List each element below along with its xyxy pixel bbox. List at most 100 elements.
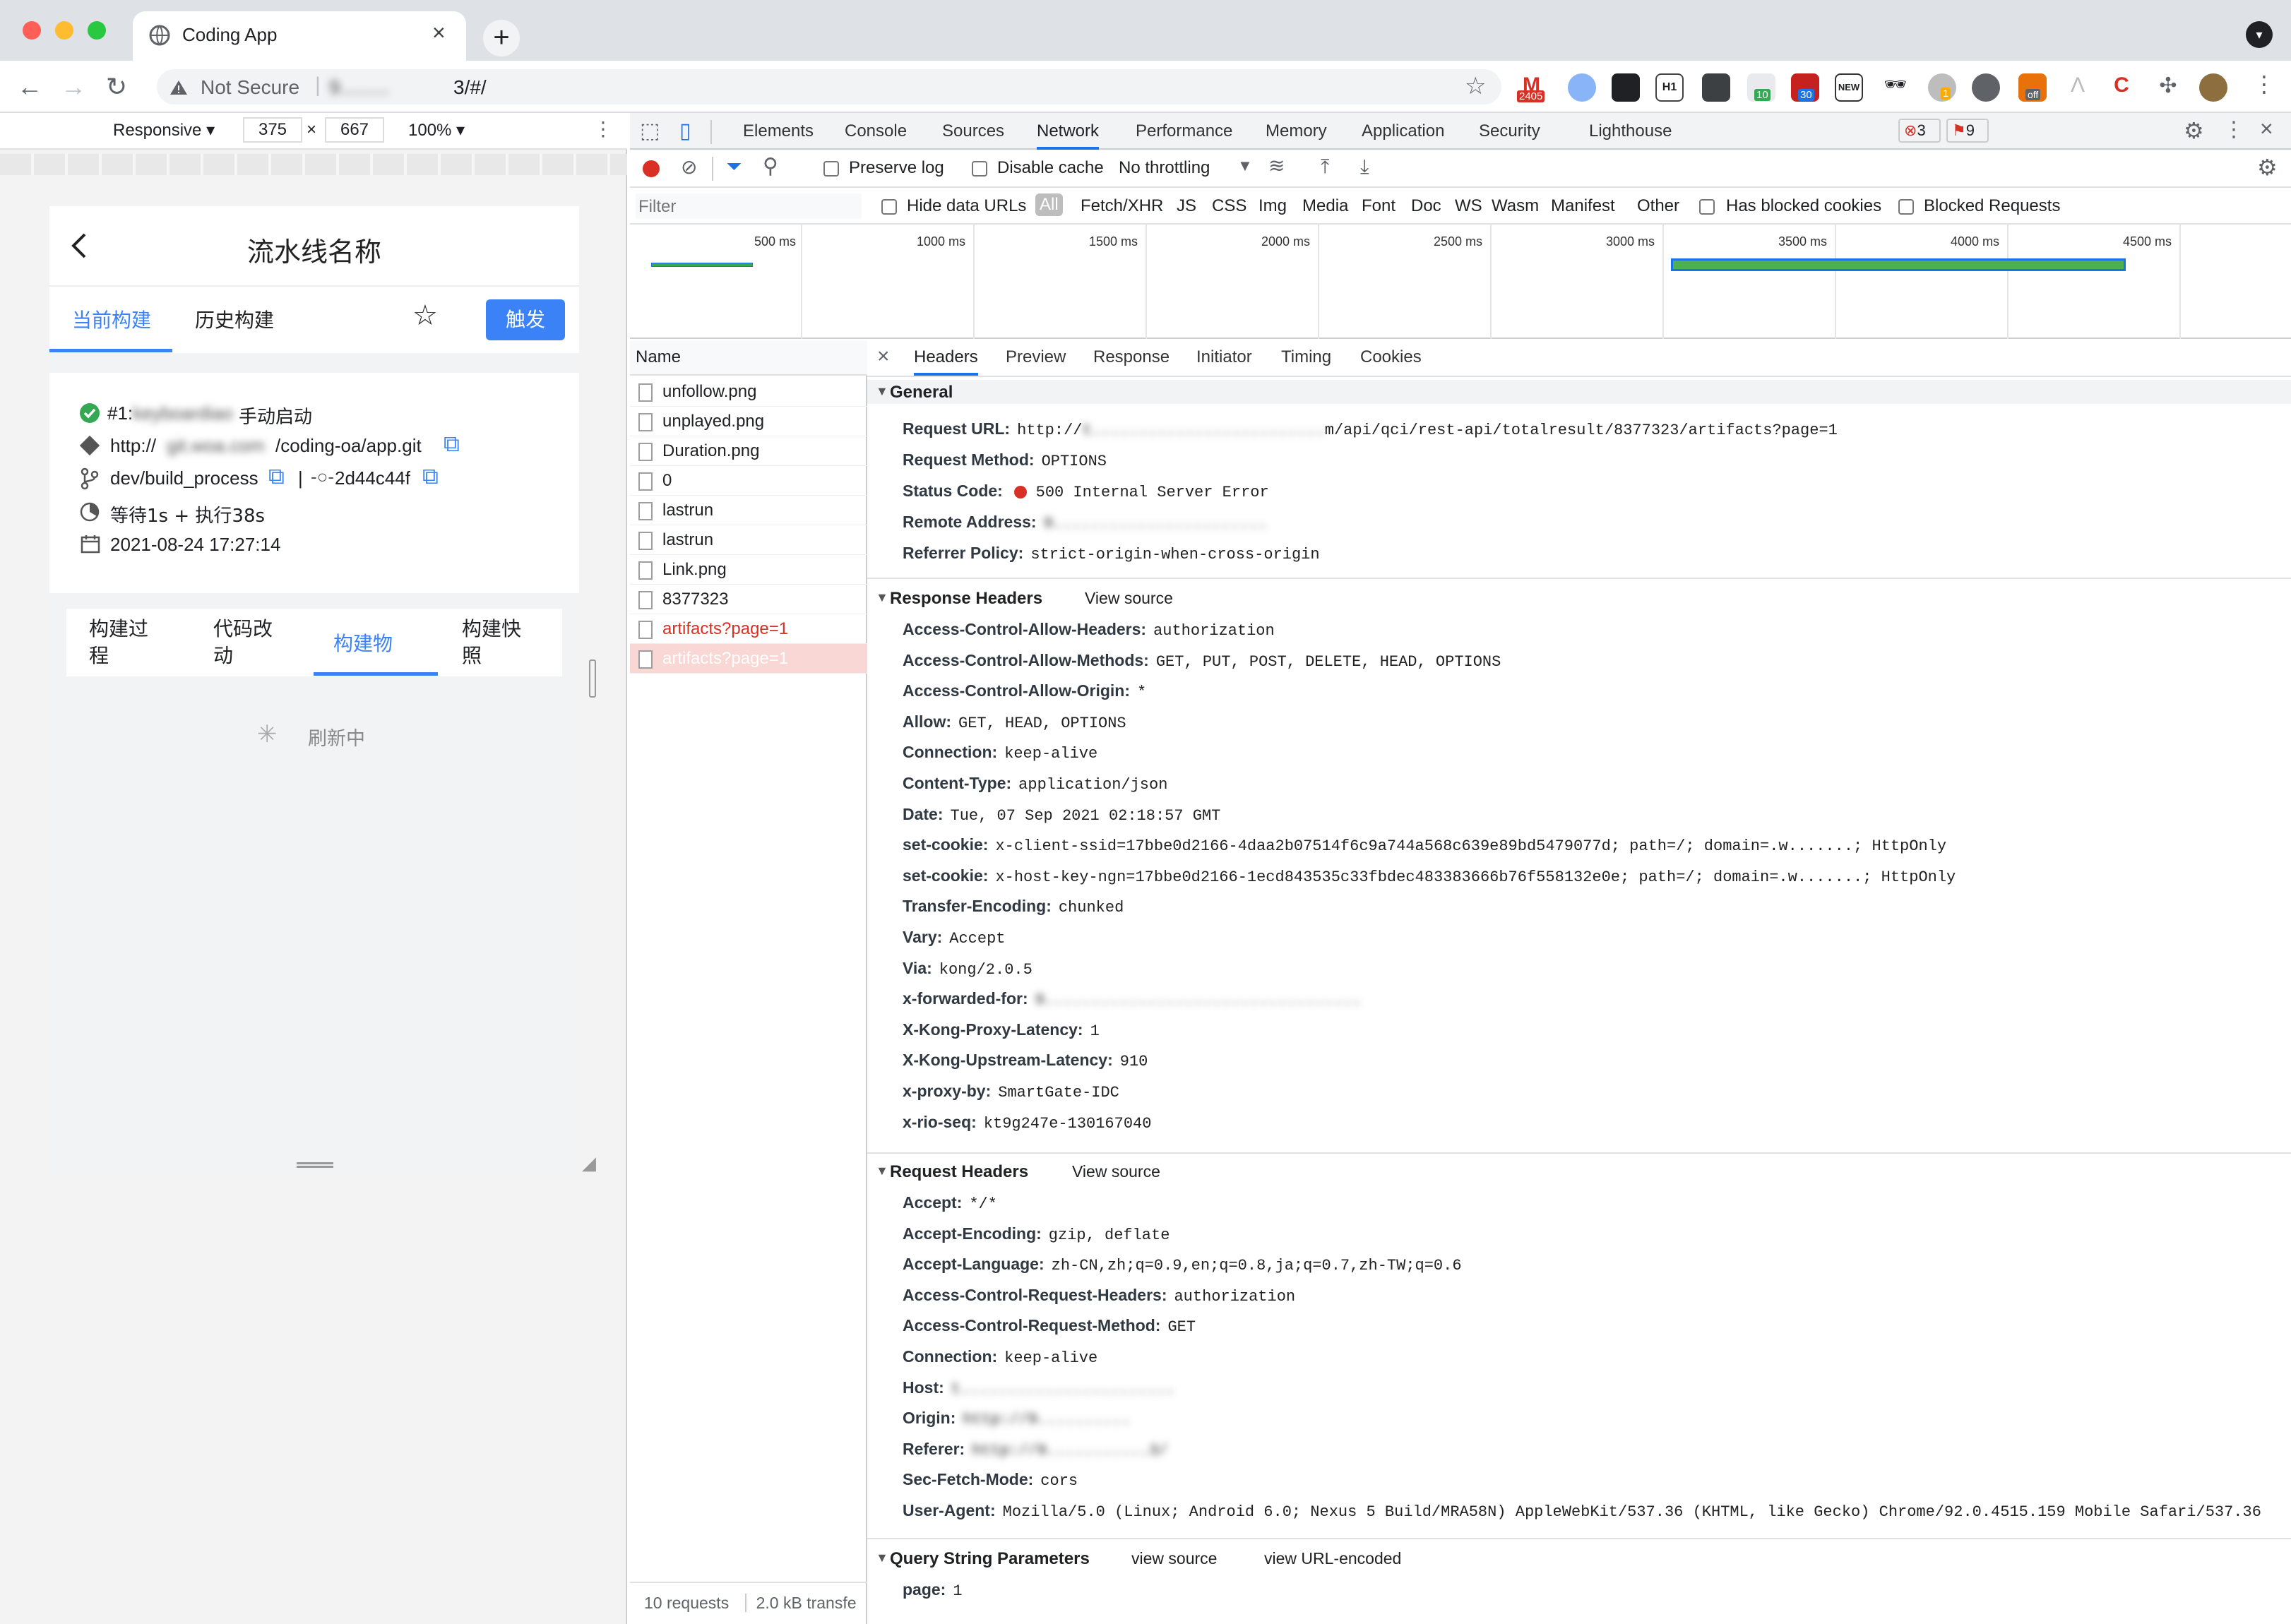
filter-funnel-icon[interactable]: ⏷ (726, 155, 742, 179)
network-settings-icon[interactable]: ⚙ (2257, 154, 2278, 181)
zoom-select[interactable]: 100% ▾ (408, 120, 465, 141)
type-filter-doc[interactable]: Doc (1411, 196, 1441, 216)
new-extension-icon[interactable]: NEW (1835, 73, 1863, 102)
query-view-source-link[interactable]: view source (1131, 1549, 1217, 1568)
tab-current-build[interactable]: 当前构建 (72, 305, 151, 333)
disable-cache-checkbox[interactable] (972, 161, 987, 177)
general-collapse-icon[interactable]: ▼ (876, 384, 888, 399)
tab-extension-icon[interactable]: 10 (1747, 73, 1775, 102)
chrome-menu-icon[interactable]: ⋮ (2253, 71, 2275, 97)
close-devtools-icon[interactable]: × (2260, 116, 2273, 142)
c-extension-icon[interactable]: C (2107, 73, 2136, 102)
detail-tab-initiator[interactable]: Initiator (1196, 347, 1252, 367)
tab-sources[interactable]: Sources (942, 121, 1004, 141)
branch-external-link-icon[interactable]: ⧉ (268, 463, 285, 490)
device-width-input[interactable]: 375 (243, 117, 302, 143)
detail-tab-timing[interactable]: Timing (1281, 347, 1331, 367)
request-row[interactable]: unplayed.png (630, 407, 867, 436)
tab-application[interactable]: Application (1362, 121, 1444, 141)
tab-build-process[interactable]: 构建过程 (89, 616, 160, 669)
blocked-requests-checkbox[interactable] (1898, 199, 1914, 215)
type-filter-img[interactable]: Img (1258, 196, 1287, 216)
profile-avatar[interactable] (2199, 73, 2227, 102)
tab-history-build[interactable]: 历史构建 (195, 305, 274, 333)
reload-icon[interactable]: ↻ (106, 69, 127, 105)
clear-icon[interactable]: ⊘ (681, 155, 697, 179)
import-har-icon[interactable]: ⤒ (1321, 155, 1329, 179)
maximize-window-button[interactable] (88, 21, 106, 40)
export-har-icon[interactable]: ⤓ (1360, 155, 1369, 179)
request-row[interactable]: lastrun (630, 525, 867, 555)
response-headers-title[interactable]: Response Headers (890, 589, 1042, 609)
general-section-title[interactable]: General (890, 383, 953, 402)
bookmark-star-icon[interactable]: ☆ (1465, 72, 1486, 100)
type-filter-other[interactable]: Other (1637, 196, 1679, 216)
response-view-source-link[interactable]: View source (1085, 589, 1173, 608)
a-extension-icon[interactable]: Λ (2064, 73, 2092, 102)
orange-extension-icon[interactable]: off (2018, 73, 2047, 102)
warning-count-badge[interactable]: ⚑9 (1946, 119, 1989, 143)
request-view-source-link[interactable]: View source (1072, 1162, 1160, 1181)
request-row[interactable]: 0 (630, 466, 867, 496)
detail-tab-preview[interactable]: Preview (1006, 347, 1066, 367)
spy-extension-icon[interactable]: 🕶 (1881, 73, 1910, 102)
inspect-element-icon[interactable]: ⬚ (640, 119, 660, 143)
query-view-url-encoded-link[interactable]: view URL-encoded (1264, 1549, 1401, 1568)
h1-extension-icon[interactable]: H1 (1655, 73, 1684, 102)
repo-external-link-icon[interactable]: ⧉ (444, 431, 460, 458)
forward-arrow-icon[interactable]: → (61, 69, 86, 105)
type-filter-wasm[interactable]: Wasm (1492, 196, 1539, 216)
type-filter-media[interactable]: Media (1302, 196, 1348, 216)
tab-memory[interactable]: Memory (1266, 121, 1327, 141)
minimize-window-button[interactable] (55, 21, 73, 40)
close-detail-icon[interactable]: × (877, 345, 890, 369)
close-window-button[interactable] (23, 21, 41, 40)
grid-extension-icon[interactable]: 30 (1791, 73, 1819, 102)
device-height-input[interactable]: 667 (325, 117, 384, 143)
tab-code-changes[interactable]: 代码改动 (213, 616, 284, 669)
tab-security[interactable]: Security (1479, 121, 1540, 141)
search-icon[interactable]: ⚲ (763, 154, 778, 179)
detail-tab-response[interactable]: Response (1093, 347, 1170, 367)
browser-tab[interactable]: Coding App × (133, 11, 466, 61)
square-extension-icon[interactable] (1702, 73, 1730, 102)
network-conditions-icon[interactable]: ≋ (1268, 154, 1285, 177)
address-bar[interactable]: Not Secure | 9......... 3/#/ ☆ (157, 69, 1501, 105)
throttling-select[interactable]: No throttling (1119, 158, 1210, 178)
request-row[interactable]: unfollow.png (630, 377, 867, 407)
gmail-extension-icon[interactable]: M 2405 (1517, 73, 1547, 102)
tab-lighthouse[interactable]: Lighthouse (1589, 121, 1672, 141)
device-more-icon[interactable]: ⋮ (593, 117, 613, 141)
device-resize-corner-icon[interactable]: ◢ (582, 1152, 596, 1174)
device-mode-select[interactable]: Responsive ▾ (113, 120, 215, 141)
device-resize-handle-bottom[interactable] (297, 1162, 333, 1168)
error-count-badge[interactable]: ⊗3 (1898, 119, 1941, 143)
tab-build-snapshot[interactable]: 构建快照 (462, 616, 532, 669)
new-tab-button[interactable]: + (483, 20, 520, 56)
disc-extension-icon[interactable] (1972, 73, 2000, 102)
request-headers-collapse-icon[interactable]: ▼ (876, 1164, 888, 1178)
request-row[interactable]: Duration.png (630, 436, 867, 466)
tab-performance[interactable]: Performance (1136, 121, 1232, 141)
type-filter-fetch[interactable]: Fetch/XHR (1081, 196, 1163, 216)
query-params-title[interactable]: Query String Parameters (890, 1549, 1090, 1569)
tab-artifacts[interactable]: 构建物 (333, 628, 393, 657)
hide-data-urls-checkbox[interactable] (881, 199, 897, 215)
tab-search-icon[interactable]: ▾ (2246, 21, 2273, 48)
tab-elements[interactable]: Elements (743, 121, 814, 141)
settings-gear-icon[interactable]: ⚙ (2184, 117, 2204, 144)
preserve-log-checkbox[interactable] (823, 161, 839, 177)
throttling-chevron-icon[interactable]: ▼ (1237, 157, 1253, 175)
tab-network[interactable]: Network (1037, 121, 1100, 150)
type-filter-css[interactable]: CSS (1212, 196, 1246, 216)
request-headers-title[interactable]: Request Headers (890, 1162, 1028, 1182)
back-arrow-icon[interactable]: ← (17, 69, 42, 105)
devtools-more-icon[interactable]: ⋮ (2223, 117, 2244, 142)
type-filter-font[interactable]: Font (1362, 196, 1396, 216)
request-row[interactable]: Link.png (630, 555, 867, 585)
puzzle-extensions-icon[interactable]: ✣ (2154, 73, 2182, 102)
compass-extension-icon[interactable] (1568, 73, 1596, 102)
request-row[interactable]: 8377323 (630, 585, 867, 614)
type-filter-all[interactable]: All (1035, 193, 1063, 216)
commit-external-link-icon[interactable]: ⧉ (422, 463, 439, 490)
